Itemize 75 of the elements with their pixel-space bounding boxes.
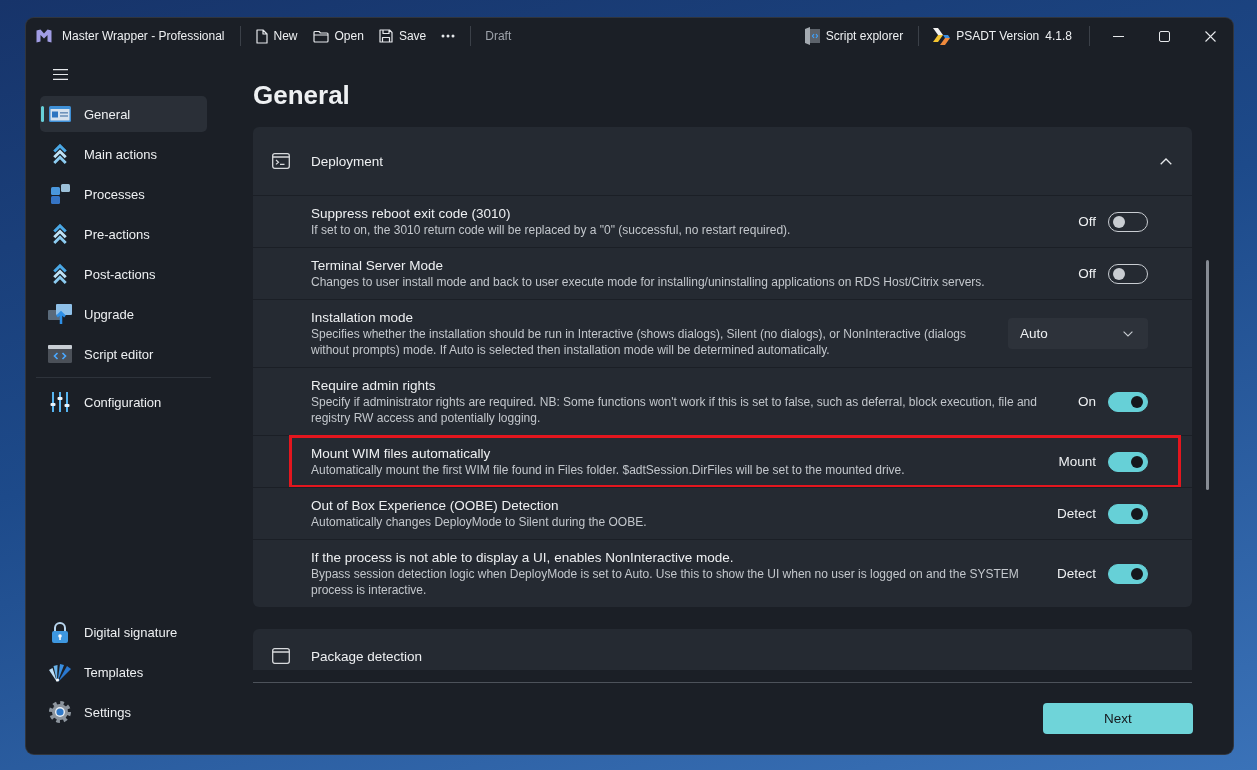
close-icon (1204, 30, 1216, 42)
toolbar-button[interactable]: Save (372, 22, 433, 50)
toggle-switch[interactable] (1108, 503, 1148, 524)
setting-description: Changes to user install mode and back to user execute mode for installing/uninstalling applications on RDS Host/Citrix servers. (311, 274, 986, 290)
chevrons-up-icon (52, 143, 68, 165)
toggle-switch[interactable] (1108, 563, 1148, 584)
toggle-label: On (1078, 394, 1096, 409)
section-title: Package detection (311, 648, 424, 665)
chevron-logo-icon (933, 27, 951, 45)
toggle-label: Detect (1056, 506, 1096, 521)
chevrons-up-icon (52, 223, 68, 245)
terminal-icon (272, 153, 290, 169)
code-window-icon (48, 345, 72, 363)
toggle-label: Off (1078, 214, 1096, 229)
nav-item[interactable]: Upgrade (40, 296, 207, 332)
mode-dropdown[interactable]: Auto (1008, 318, 1148, 349)
blocks-icon (50, 184, 70, 204)
chevron-up-icon[interactable] (1160, 157, 1172, 165)
nav-item[interactable]: General (40, 96, 207, 132)
logo-icon (36, 29, 52, 43)
toggle-label: Mount (1058, 454, 1096, 469)
chevron-down-icon (1123, 330, 1133, 337)
lock-icon (51, 621, 69, 643)
setting-description: Bypass session detection logic when DeployMode is set to Auto. Use this to show the UI when no user is logged on and the SYSTEM process is interactive. (311, 566, 1020, 598)
menu-icon (52, 68, 68, 80)
nav-item[interactable]: Post-actions (40, 256, 207, 292)
setting-description: Automatically mount the first WIM file found in Files folder. $adtSession.DirFiles will be set to the mounted drive. (311, 462, 906, 478)
window-title: Master Wrapper - Professional (62, 29, 225, 43)
sliders-icon (50, 392, 70, 412)
nav-item[interactable]: Configuration (40, 384, 207, 420)
nav-item[interactable]: Templates (40, 654, 207, 690)
setting-description: Specifies whether the installation should be run in Interactive (shows dialogs), Silent (no dialogs), or NonInteractive (dialogs without prompts) mode. If Auto is selected then installation mode will be determined automatically. (311, 326, 967, 358)
scrollbar-thumb[interactable] (1206, 260, 1209, 490)
window-icon (272, 648, 290, 664)
fan-icon (49, 662, 71, 682)
nav-item[interactable]: Processes (40, 176, 207, 212)
chevrons-up-icon (52, 263, 68, 285)
setting-title: Mount WIM files automatically (311, 445, 492, 462)
toggle-label: Off (1078, 266, 1096, 281)
document-status: Draft (485, 29, 512, 43)
file-icon (255, 28, 268, 44)
more-icon (441, 34, 456, 38)
setting-title: Installation mode (311, 309, 415, 326)
setting-title: Suppress reboot exit code (3010) (311, 205, 512, 222)
setting-title: Require admin rights (311, 377, 437, 394)
nav-item[interactable]: Script editor (40, 336, 207, 372)
section-title: Deployment (311, 152, 385, 170)
code-book-icon (804, 27, 820, 45)
maximize-icon (1158, 30, 1170, 42)
minimize-icon (1112, 35, 1124, 37)
setting-title: Terminal Server Mode (311, 257, 445, 274)
toggle-switch[interactable] (1108, 391, 1148, 412)
setting-title: If the process is not able to display a UI, enables NonInteractive mode. (311, 549, 735, 566)
page-title: General (253, 79, 351, 112)
folder-icon (312, 29, 329, 43)
toggle-label: Detect (1056, 566, 1096, 581)
setting-description: If set to on, the 3010 return code will be replaced by a "0" (successful, no restart required). (311, 222, 792, 238)
nav-item[interactable]: Pre-actions (40, 216, 207, 252)
setting-title: Out of Box Experience (OOBE) Detection (311, 497, 560, 514)
nav-item[interactable]: Digital signature (40, 614, 207, 650)
toggle-switch[interactable] (1108, 451, 1148, 472)
nav-item[interactable]: Settings (40, 694, 207, 730)
toolbar-button[interactable]: Open (306, 22, 370, 50)
save-icon (378, 29, 393, 43)
next-button[interactable]: Next (1043, 703, 1193, 734)
window-arrow-icon (48, 304, 72, 324)
toolbar-button[interactable]: New (249, 22, 304, 50)
version-label: PSADT Version (956, 29, 1040, 43)
script-explorer-button[interactable]: Script explorer (798, 22, 910, 50)
layout-icon (49, 106, 71, 122)
version-number: 4.1.8 (1045, 29, 1072, 43)
setting-description: Automatically changes DeployMode to Silent during the OOBE. (311, 514, 648, 530)
setting-description: Specify if administrator rights are required. NB: Some functions won't work if this is set to false, such as deferral, block execution, file and registry RW access and potentially logging. (311, 394, 1038, 426)
nav-item[interactable]: Main actions (40, 136, 207, 172)
settings-icon (49, 701, 71, 723)
